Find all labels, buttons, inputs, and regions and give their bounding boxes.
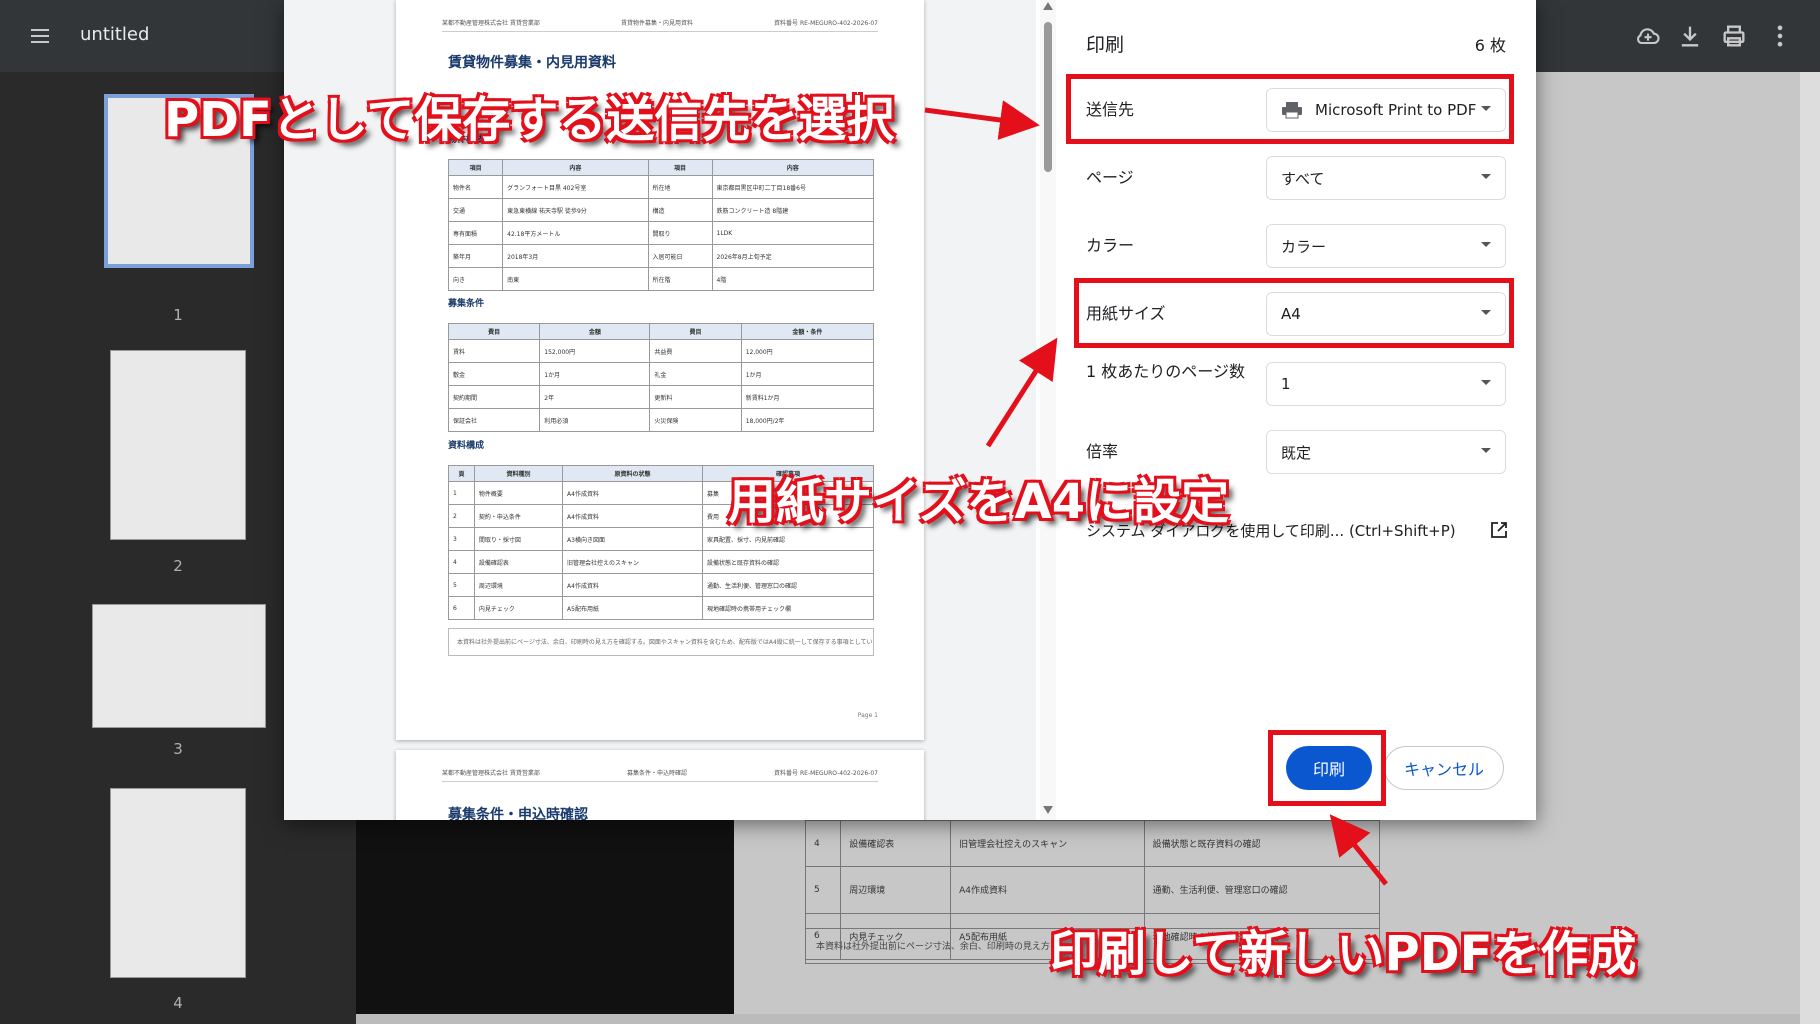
- callout-create-pdf: 印刷して新しいPDFを作成: [1049, 925, 1637, 983]
- pages-label: ページ: [1086, 168, 1134, 187]
- chevron-down-icon: [1481, 448, 1491, 453]
- section-title: 募集条件: [448, 299, 485, 309]
- thumbnail-page-4[interactable]: [110, 788, 246, 978]
- table-row: 敷金 1か月 礼金 1か月: [447, 362, 875, 386]
- thumbnail-number: 1: [173, 306, 183, 324]
- table-row: 交通 東急東横線 祐天寺駅 徒歩9分 構造 鉄筋コンクリート造 8階建: [447, 198, 874, 222]
- page-footer: Page 1: [857, 712, 878, 719]
- sheet-count: 6 枚: [1474, 36, 1506, 55]
- more-vert-icon[interactable]: [1766, 22, 1794, 50]
- color-label: カラー: [1086, 236, 1135, 255]
- note-box: 本資料は社外提出前にページ寸法、余白、印刷時の見え方を確認する。図面やスキャン資…: [448, 628, 874, 656]
- table-row: 5 周辺環境 A4作成資料 通勤、生活利便、管理窓口の確認: [448, 573, 875, 597]
- cancel-button[interactable]: キャンセル: [1384, 746, 1504, 790]
- callout-select-destination: PDFとして保存する送信先を選択: [163, 91, 895, 149]
- print-icon[interactable]: [1720, 22, 1748, 50]
- open-in-new-icon[interactable]: [1490, 521, 1508, 539]
- section-title: 資料構成: [448, 441, 485, 451]
- thumbnail-page-2[interactable]: [110, 350, 246, 540]
- chevron-down-icon: [1481, 380, 1491, 385]
- table-row: 4 設備確認表 旧管理会社控えのスキャン 設備状態と既存資料の確認: [448, 550, 875, 574]
- menu-icon[interactable]: [28, 24, 52, 48]
- dialog-title: 印刷: [1086, 34, 1125, 56]
- table-row: 専有面積 42.18平方メートル 間取り 1LDK: [447, 221, 874, 245]
- viewer-scrollbar[interactable]: [1800, 72, 1820, 1024]
- pages-select[interactable]: すべて: [1266, 156, 1506, 200]
- scale-label: 倍率: [1086, 442, 1119, 461]
- callout-set-paper-size: 用紙サイズをA4に設定: [727, 473, 1230, 531]
- table-row: 向き 南東 所在階 4階: [447, 267, 874, 291]
- table-row: 契約期間 2年 更新料 新賃料1か月: [447, 385, 875, 409]
- page-header: 某都不動産管理株式会社 賃貸営業部 募集条件・申込時確認 資料番号 RE-MEG…: [442, 768, 878, 782]
- scroll-thumb[interactable]: [1044, 22, 1052, 172]
- cloud-upload-icon[interactable]: [1634, 22, 1662, 50]
- thumbnail-number: 2: [173, 557, 183, 575]
- chevron-down-icon: [1481, 242, 1491, 247]
- page-title: 賃貸物件募集・内見用資料: [448, 55, 616, 71]
- thumbnail-number: 4: [173, 994, 183, 1012]
- table-row: 賃料 152,000円 共益費 12,000円: [447, 339, 875, 363]
- document-title: untitled: [80, 24, 150, 45]
- color-select[interactable]: カラー: [1266, 224, 1506, 268]
- thumbnail-number: 3: [173, 740, 183, 758]
- pages-per-sheet-label: 1 枚あたりのページ数: [1086, 362, 1245, 381]
- table-row: 5 周辺環境 A4作成資料 通勤、生活利便、管理窓口の確認: [804, 866, 1381, 914]
- chevron-down-icon: [1481, 174, 1491, 179]
- preview-scrollbar[interactable]: [1040, 0, 1056, 820]
- highlight-destination: [1066, 74, 1514, 144]
- table-row: 保証会社 利用必須 火災保険 18,000円/2年: [447, 408, 875, 432]
- pages-per-sheet-select[interactable]: 1: [1266, 362, 1506, 406]
- download-icon[interactable]: [1676, 22, 1704, 50]
- scroll-down-icon[interactable]: [1043, 806, 1053, 814]
- page-header: 某都不動産管理株式会社 賃貸営業部 賃貸物件募集・内見用資料 資料番号 RE-M…: [442, 18, 878, 32]
- table-row: 物件名 グランフォート目黒 402号室 所在地 東京都目黒区中町二丁目18番6号: [447, 175, 874, 199]
- scale-select[interactable]: 既定: [1266, 430, 1506, 474]
- page-title: 募集条件・申込時確認: [448, 807, 588, 820]
- highlight-paper-size: [1074, 278, 1514, 348]
- horizontal-scrollbar[interactable]: [356, 1014, 1800, 1024]
- table-row: 6 内見チェック A5配布用紙 現地確認時の携帯用チェック欄: [448, 596, 875, 620]
- thumbnail-page-3[interactable]: [92, 604, 266, 728]
- scroll-up-icon[interactable]: [1043, 2, 1053, 10]
- conditions-table: 費目 金額 費目 金額・条件 賃料 152,000円 共益費 12,000円 敷金 1か月 礼金…: [447, 323, 875, 432]
- preview-page-2: 某都不動産管理株式会社 賃貸営業部 募集条件・申込時確認 資料番号 RE-MEG…: [396, 750, 924, 820]
- table-row: 築年月 2018年3月 入居可能日 2026年8月上旬予定: [447, 244, 874, 268]
- table-row: 4 設備確認表 旧管理会社控えのスキャン 設備状態と既存資料の確認: [804, 819, 1381, 868]
- highlight-print-button: [1268, 730, 1386, 806]
- property-table: 項目 内容 項目 内容 物件名 グランフォート目黒 402号室 所在地 東京都目黒区中町二丁…: [447, 159, 874, 291]
